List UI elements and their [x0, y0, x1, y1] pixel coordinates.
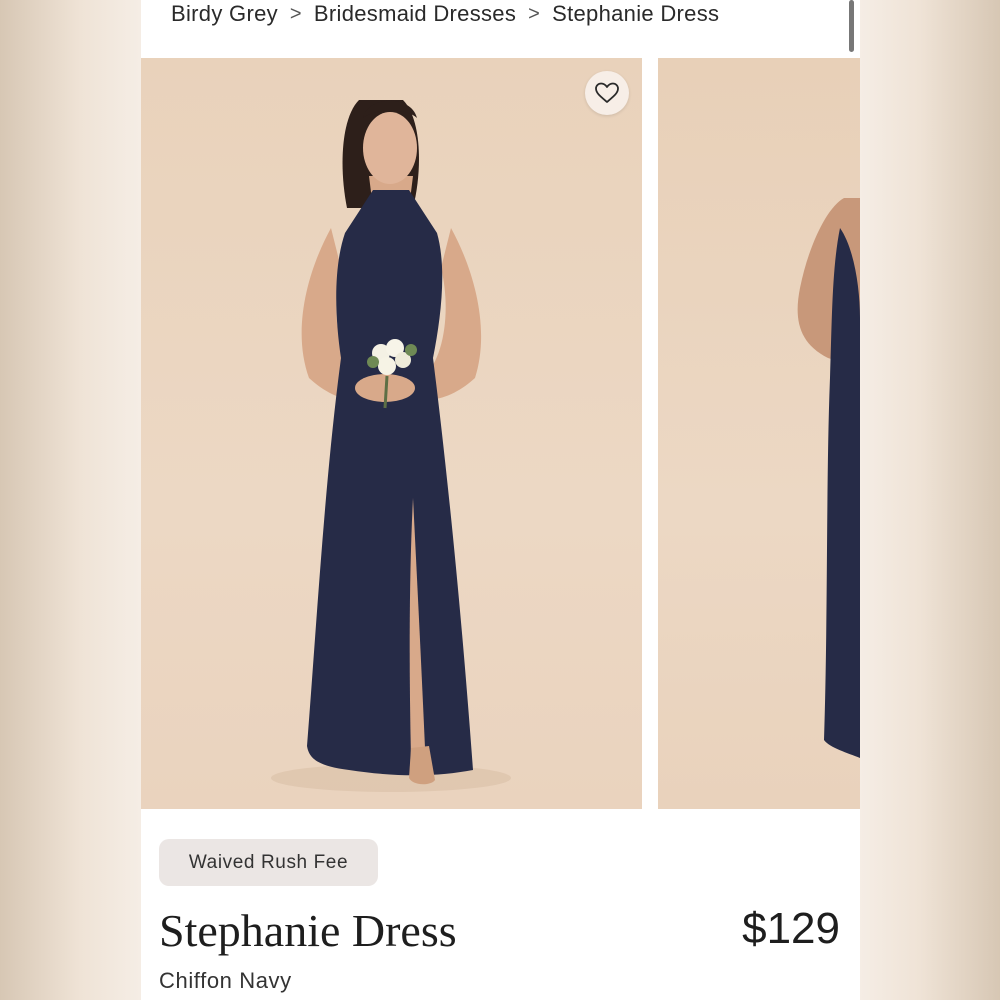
breadcrumb-link-bridesmaid-dresses[interactable]: Bridesmaid Dresses: [314, 1, 516, 27]
product-image-gallery[interactable]: [141, 58, 860, 809]
breadcrumb-separator: >: [528, 2, 541, 25]
product-variant: Chiffon Navy: [159, 968, 292, 993]
product-image-secondary[interactable]: [658, 58, 860, 809]
breadcrumb-separator: >: [289, 2, 302, 25]
breadcrumb-current-page: Stephanie Dress: [552, 1, 720, 26]
product-page: Birdy Grey > Bridesmaid Dresses > Stepha…: [141, 0, 860, 1000]
product-price: $129: [742, 904, 840, 953]
breadcrumb-link-birdy-grey[interactable]: Birdy Grey: [171, 1, 278, 27]
product-title: Stephanie Dress: [159, 905, 457, 956]
product-image-main[interactable]: [141, 58, 642, 809]
scrollbar[interactable]: [849, 0, 854, 52]
rush-fee-badge: Waived Rush Fee: [159, 839, 378, 886]
favorite-button[interactable]: [585, 71, 629, 115]
heart-outline-icon: [595, 82, 619, 103]
model-photo-side: [797, 198, 860, 758]
breadcrumb: Birdy Grey > Bridesmaid Dresses > Stepha…: [171, 0, 719, 34]
model-photo: [271, 100, 511, 792]
